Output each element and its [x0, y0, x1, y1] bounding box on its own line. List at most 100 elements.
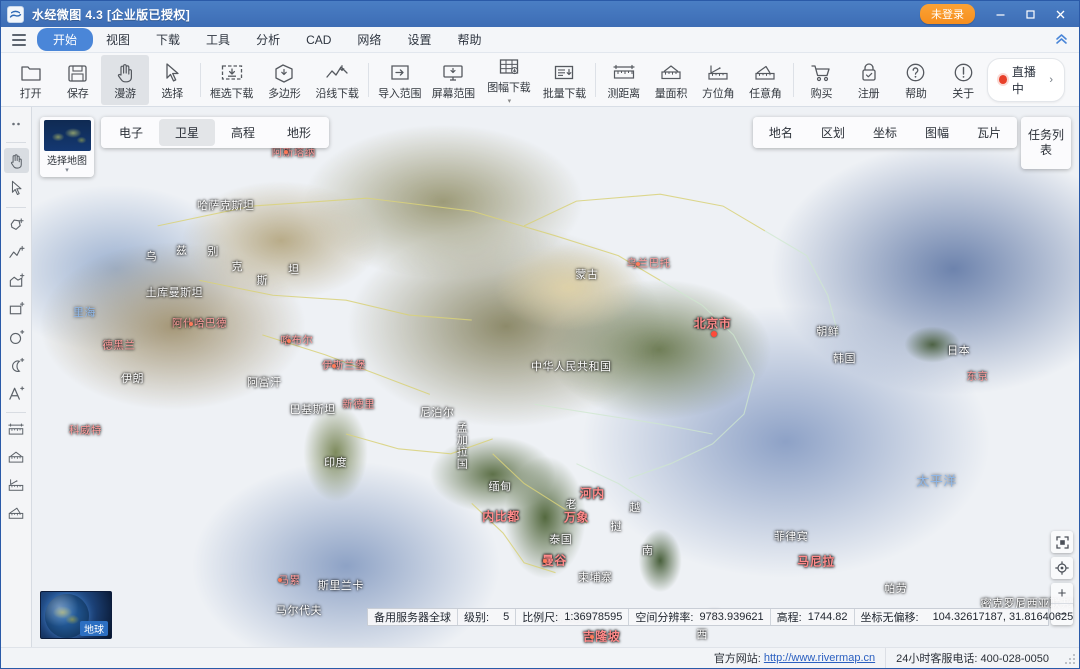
status-level-label: 级别:: [464, 609, 489, 625]
toolbar-rect-download[interactable]: 框选下载: [205, 55, 259, 105]
main-body: 里海 哈萨克斯坦 阿斯塔纳 乌 兹 别 克 斯 坦 土库曼斯坦 阿什哈巴德 德黑…: [1, 107, 1079, 647]
rail-more-dots[interactable]: [4, 111, 29, 136]
status-elevation-label: 高程:: [777, 609, 802, 625]
rail-add-area[interactable]: [4, 269, 29, 294]
status-server: 备用服务器全球: [368, 609, 457, 625]
toolbar-polyline-download-label: 沿线下载: [315, 85, 358, 101]
task-list-button[interactable]: 任务列表: [1021, 117, 1071, 169]
rail-add-arc[interactable]: [4, 353, 29, 378]
chevron-up-icon[interactable]: [1054, 32, 1069, 48]
toolbar-open[interactable]: 打开: [7, 55, 54, 105]
fullscreen-icon[interactable]: [1051, 531, 1073, 553]
overlay-tabs: 地名 区划 坐标 图幅 瓦片: [753, 117, 1017, 148]
toolbar-purchase-label: 购买: [811, 85, 833, 101]
toolbar-select[interactable]: 选择: [149, 55, 196, 105]
minimize-button[interactable]: [985, 2, 1015, 26]
map-marker-capital-dot: [711, 331, 717, 337]
map-canvas[interactable]: 里海 哈萨克斯坦 阿斯塔纳 乌 兹 别 克 斯 坦 土库曼斯坦 阿什哈巴德 德黑…: [32, 107, 1079, 647]
menu-item-tools[interactable]: 工具: [193, 28, 243, 51]
tab-electronic[interactable]: 电子: [103, 119, 159, 146]
tab-placename[interactable]: 地名: [755, 119, 807, 146]
zoom-in-icon[interactable]: +: [1051, 583, 1073, 604]
menu-item-download[interactable]: 下载: [143, 28, 193, 51]
rail-measure-area[interactable]: [4, 446, 29, 471]
footer-website-label: 官方网站:: [714, 650, 761, 666]
resize-grip-icon[interactable]: [1063, 652, 1075, 664]
toolbar-free-angle[interactable]: 任意角: [742, 55, 789, 105]
toolbar-measure-distance[interactable]: 测距离: [600, 55, 647, 105]
toolbar-purchase[interactable]: 购买: [798, 55, 845, 105]
toolbar-polygon[interactable]: 多边形: [258, 55, 310, 105]
toolbar-register[interactable]: 注册: [845, 55, 892, 105]
toolbar-import-range-label: 导入范围: [378, 85, 421, 101]
menu-item-analysis[interactable]: 分析: [243, 28, 293, 51]
toolbar-separator: [793, 63, 794, 97]
toolbar-polygon-label: 多边形: [268, 85, 300, 101]
map-viewport[interactable]: 里海 哈萨克斯坦 阿斯塔纳 乌 兹 别 克 斯 坦 土库曼斯坦 阿什哈巴德 德黑…: [32, 107, 1079, 647]
rail-add-rectangle[interactable]: [4, 297, 29, 322]
globe-overview-widget[interactable]: 地球: [40, 591, 112, 639]
rail-add-polygon[interactable]: [4, 213, 29, 238]
polyline-download-icon: [325, 59, 349, 83]
toolbar-screen-range[interactable]: 屏幕范围: [427, 55, 481, 105]
compass-center-icon[interactable]: [1051, 557, 1073, 579]
map-marker-dot: [287, 339, 291, 343]
rect-download-icon: [220, 59, 244, 83]
menu-item-network[interactable]: 网络: [344, 28, 394, 51]
map-borders-layer: [32, 107, 1079, 647]
rail-add-circle[interactable]: [4, 325, 29, 350]
rail-separator: [6, 207, 26, 208]
tab-satellite[interactable]: 卫星: [159, 119, 215, 146]
toolbar-batch-download[interactable]: 批量下载: [538, 55, 592, 105]
toolbar-help[interactable]: 帮助: [892, 55, 939, 105]
menu-item-settings[interactable]: 设置: [394, 28, 444, 51]
menu-item-cad[interactable]: CAD: [293, 30, 344, 50]
tab-terrain[interactable]: 地形: [271, 119, 327, 146]
toolbar-pan[interactable]: 漫游: [101, 55, 148, 105]
live-stream-button[interactable]: 直播中 ›: [987, 58, 1065, 102]
toolbar-open-label: 打开: [20, 85, 42, 101]
cursor-arrow-icon: [163, 59, 181, 83]
tab-district[interactable]: 区划: [807, 119, 859, 146]
rail-cursor-select[interactable]: [4, 176, 29, 201]
tab-mapsheet[interactable]: 图幅: [911, 119, 963, 146]
tab-elevation[interactable]: 高程: [215, 119, 271, 146]
menu-item-start[interactable]: 开始: [37, 28, 93, 51]
chevron-down-icon[interactable]: ▾: [508, 97, 512, 105]
tab-coordinate[interactable]: 坐标: [859, 119, 911, 146]
rail-add-text[interactable]: [4, 381, 29, 406]
toolbar-measure-distance-label: 测距离: [608, 85, 640, 101]
title-bar: 水经微图 4.3 [企业版已授权] 未登录: [1, 1, 1079, 27]
rail-azimuth[interactable]: [4, 474, 29, 499]
rail-separator: [6, 142, 26, 143]
rail-hand-pan[interactable]: [4, 148, 29, 173]
menu-item-view[interactable]: 视图: [93, 28, 143, 51]
toolbar-separator: [368, 63, 369, 97]
status-coordinate: 坐标无偏移: 104.32617187, 31.81640625: [854, 609, 1080, 625]
close-button[interactable]: [1045, 2, 1075, 26]
floppy-save-icon: [67, 59, 88, 83]
login-status-badge[interactable]: 未登录: [920, 4, 975, 24]
toolbar-grid-download[interactable]: 图幅下载 ▾: [480, 55, 537, 105]
rail-free-angle[interactable]: [4, 502, 29, 527]
left-tool-rail: [1, 107, 32, 647]
basemap-selector[interactable]: 选择地图 ▾: [40, 117, 94, 177]
toolbar-save[interactable]: 保存: [54, 55, 101, 105]
rail-measure-distance[interactable]: [4, 418, 29, 443]
hamburger-icon[interactable]: [5, 29, 33, 51]
toolbar-measure-area[interactable]: 量面积: [647, 55, 694, 105]
toolbar-grid-download-label: 图幅下载: [487, 79, 530, 95]
rail-add-polyline[interactable]: [4, 241, 29, 266]
hand-pan-icon: [115, 59, 135, 83]
chevron-down-icon[interactable]: ▾: [65, 168, 69, 174]
tab-tile[interactable]: 瓦片: [963, 119, 1015, 146]
maximize-button[interactable]: [1015, 2, 1045, 26]
toolbar-import-range[interactable]: 导入范围: [373, 55, 427, 105]
toolbar-polyline-download[interactable]: 沿线下载: [310, 55, 364, 105]
footer-website-link[interactable]: http://www.rivermap.cn: [764, 652, 875, 664]
toolbar-about[interactable]: 关于: [939, 55, 986, 105]
map-marker-dot: [332, 364, 336, 368]
exclamation-circle-icon: [953, 59, 974, 83]
menu-item-help[interactable]: 帮助: [444, 28, 494, 51]
toolbar-azimuth[interactable]: 方位角: [695, 55, 742, 105]
